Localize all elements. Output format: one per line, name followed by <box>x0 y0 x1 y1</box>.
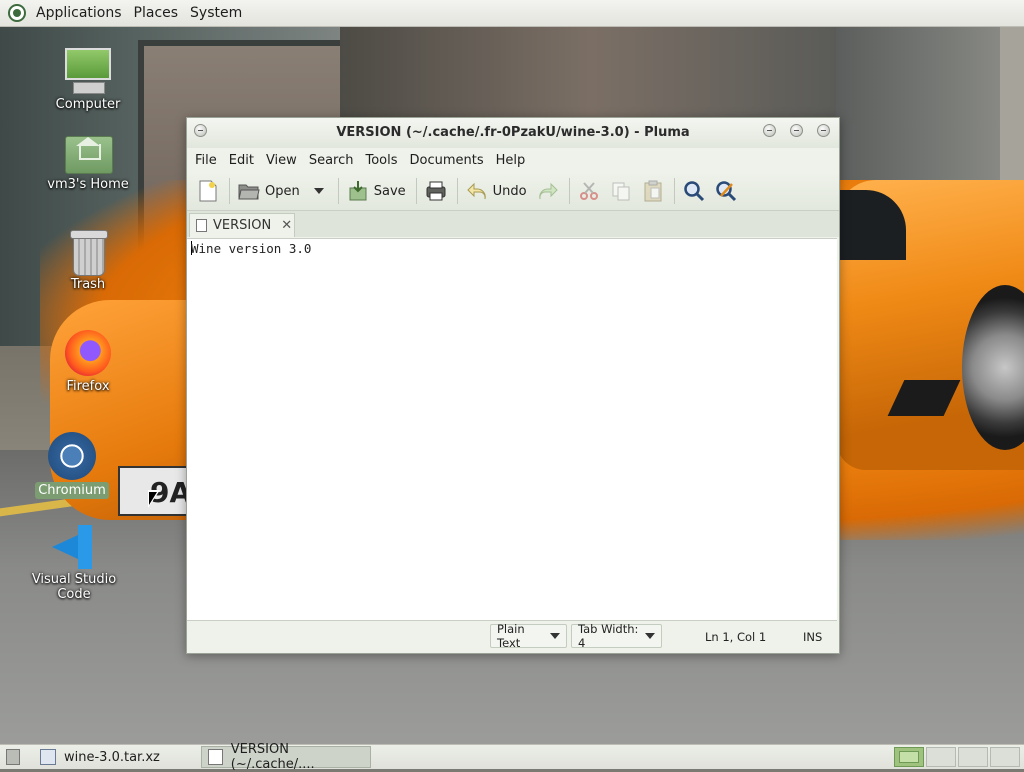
find-replace-icon <box>715 180 737 202</box>
desktop-icon-label: Chromium <box>35 482 109 499</box>
workspace-4[interactable] <box>990 747 1020 767</box>
copy-button[interactable] <box>606 176 636 206</box>
taskbar-item-archive[interactable]: wine-3.0.tar.xz <box>34 746 199 768</box>
toolbar: Open Save Undo <box>187 172 839 211</box>
menu-file[interactable]: File <box>189 153 223 168</box>
document-tabbar: VERSION ✕ <box>187 211 839 237</box>
desktop-icon-label: Firefox <box>66 379 110 394</box>
paste-button[interactable] <box>638 176 668 206</box>
desktop-icon-computer[interactable]: Computer <box>33 48 143 113</box>
trash-icon <box>69 230 108 276</box>
undo-icon <box>466 180 488 202</box>
print-button[interactable] <box>421 176 451 206</box>
menu-tools[interactable]: Tools <box>359 153 403 168</box>
statusbar: Plain Text Tab Width: 4 Ln 1, Col 1 INS <box>187 620 837 653</box>
home-folder-icon <box>65 132 113 174</box>
paste-icon <box>642 180 664 202</box>
menu-documents[interactable]: Documents <box>404 153 490 168</box>
new-document-icon <box>197 180 219 202</box>
desktop-icon-label: Computer <box>55 97 121 112</box>
save-button[interactable]: Save <box>343 176 410 206</box>
text-editor[interactable]: Wine version 3.0 <box>187 238 837 621</box>
chevron-down-icon <box>645 633 655 639</box>
tab-width-selector[interactable]: Tab Width: 4 <box>571 622 662 650</box>
vscode-icon <box>52 525 96 569</box>
open-button[interactable]: Open <box>234 176 304 206</box>
bottom-panel: wine-3.0.tar.xz VERSION (~/.cache/.... <box>0 742 1024 772</box>
desktop-icon-trash[interactable]: Trash <box>33 230 143 293</box>
copy-icon <box>610 180 632 202</box>
chevron-down-icon <box>313 188 324 194</box>
desktop-icon-chromium[interactable]: Chromium <box>17 432 127 499</box>
tab-label: VERSION <box>213 218 272 233</box>
menu-applications[interactable]: Applications <box>30 5 128 21</box>
language-selector[interactable]: Plain Text <box>490 622 567 650</box>
desktop-icon-label: Trash <box>70 277 106 292</box>
menu-help[interactable]: Help <box>490 153 532 168</box>
print-icon <box>425 180 447 202</box>
workspace-1[interactable] <box>894 747 924 767</box>
menu-edit[interactable]: Edit <box>223 153 260 168</box>
close-button[interactable] <box>817 124 830 137</box>
pluma-window: VERSION (~/.cache/.fr-0PzakU/wine-3.0) -… <box>186 117 840 654</box>
archive-icon <box>40 749 56 765</box>
find-icon <box>683 180 705 202</box>
cut-button[interactable] <box>574 176 604 206</box>
show-desktop-icon <box>6 749 20 765</box>
undo-label: Undo <box>492 183 527 199</box>
window-title: VERSION (~/.cache/.fr-0PzakU/wine-3.0) -… <box>336 125 690 140</box>
mate-logo-icon[interactable] <box>8 4 26 22</box>
menu-view[interactable]: View <box>260 153 303 168</box>
desktop-icon-label: Visual Studio Code <box>31 572 117 602</box>
cut-icon <box>578 180 600 202</box>
open-label: Open <box>265 183 300 199</box>
find-button[interactable] <box>679 176 709 206</box>
redo-icon <box>537 180 559 202</box>
minimize-button[interactable] <box>763 124 776 137</box>
workspace-3[interactable] <box>958 747 988 767</box>
firefox-icon <box>65 330 111 376</box>
find-replace-button[interactable] <box>711 176 741 206</box>
tab-width-label: Tab Width: 4 <box>578 622 639 650</box>
text-document-icon <box>196 219 207 232</box>
save-icon <box>347 180 369 202</box>
menubar: File Edit View Search Tools Documents He… <box>187 148 839 172</box>
text-editor-icon <box>208 749 223 765</box>
computer-icon <box>65 48 111 94</box>
close-tab-icon[interactable]: ✕ <box>281 218 292 233</box>
top-panel: Applications Places System <box>0 0 1024 27</box>
open-folder-icon <box>238 180 260 202</box>
save-label: Save <box>373 183 406 199</box>
taskbar-item-label: wine-3.0.tar.xz <box>64 749 160 765</box>
editor-text[interactable]: Wine version 3.0 <box>191 241 311 256</box>
menu-search[interactable]: Search <box>303 153 360 168</box>
menu-places[interactable]: Places <box>128 5 185 21</box>
open-recent-dropdown[interactable] <box>306 176 332 206</box>
desktop-icon-vscode[interactable]: Visual Studio Code <box>19 525 129 603</box>
workspace-2[interactable] <box>926 747 956 767</box>
redo-button[interactable] <box>533 176 563 206</box>
desktop-icon-home[interactable]: vm3's Home <box>33 132 143 193</box>
maximize-button[interactable] <box>790 124 803 137</box>
language-label: Plain Text <box>497 622 525 650</box>
document-tab[interactable]: VERSION ✕ <box>189 213 295 237</box>
desktop-icon-firefox[interactable]: Firefox <box>33 330 143 395</box>
chevron-down-icon <box>550 633 560 639</box>
window-titlebar[interactable]: VERSION (~/.cache/.fr-0PzakU/wine-3.0) -… <box>187 118 839 148</box>
new-button[interactable] <box>193 176 223 206</box>
show-desktop-button[interactable] <box>2 746 32 768</box>
undo-button[interactable]: Undo <box>462 176 531 206</box>
chromium-icon <box>48 432 96 480</box>
taskbar-item-pluma[interactable]: VERSION (~/.cache/.... <box>201 742 371 772</box>
insert-mode: INS <box>803 630 823 644</box>
desktop-icon-label: vm3's Home <box>47 177 129 192</box>
cursor-position: Ln 1, Col 1 <box>705 630 767 644</box>
menu-system[interactable]: System <box>184 5 248 21</box>
mouse-pointer-icon <box>148 490 160 508</box>
